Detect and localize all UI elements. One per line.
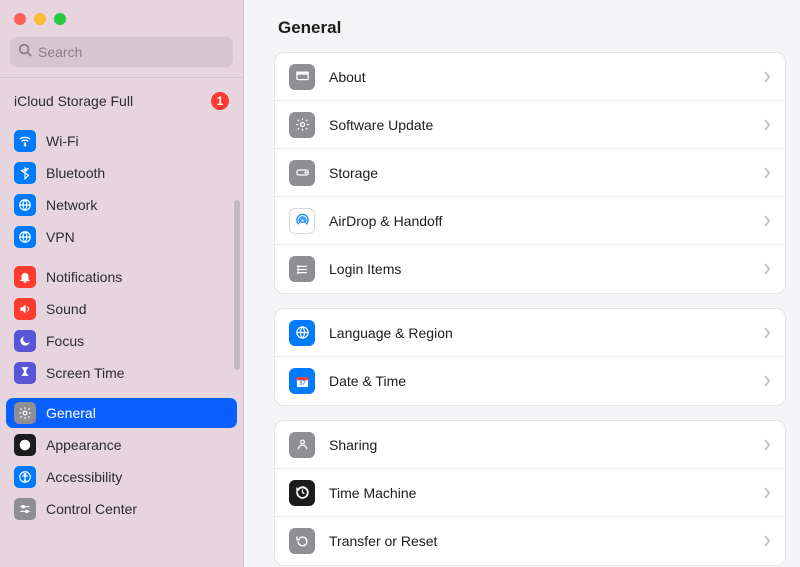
sidebar-item-label: Screen Time <box>46 365 125 381</box>
sidebar-item-vpn[interactable]: VPN <box>6 222 237 252</box>
row-airdrop[interactable]: AirDrop & Handoff <box>275 197 785 245</box>
about-icon <box>289 64 315 90</box>
search-icon <box>18 43 32 62</box>
vpn-icon <box>14 226 36 248</box>
row-label: Login Items <box>329 261 749 277</box>
row-label: Time Machine <box>329 485 749 501</box>
sidebar-item-general[interactable]: General <box>6 398 237 428</box>
sidebar-scrollbar[interactable] <box>234 200 240 370</box>
sidebar-item-bluetooth[interactable]: Bluetooth <box>6 158 237 188</box>
search-field[interactable] <box>10 37 233 67</box>
sidebar-item-label: Wi-Fi <box>46 133 79 149</box>
network-icon <box>14 194 36 216</box>
row-datetime[interactable]: 17 Date & Time <box>275 357 785 405</box>
row-label: Language & Region <box>329 325 749 341</box>
row-language[interactable]: Language & Region <box>275 309 785 357</box>
sidebar-item-network[interactable]: Network <box>6 190 237 220</box>
icloud-status-row[interactable]: iCloud Storage Full 1 <box>6 84 237 118</box>
sidebar-item-label: Control Center <box>46 501 137 517</box>
window-controls <box>0 0 243 25</box>
row-label: Storage <box>329 165 749 181</box>
language-icon <box>289 320 315 346</box>
bluetooth-icon <box>14 162 36 184</box>
row-softwareupdate[interactable]: Software Update <box>275 101 785 149</box>
zoom-window-button[interactable] <box>54 13 66 25</box>
search-input[interactable] <box>32 44 225 60</box>
sidebar-item-label: Sound <box>46 301 86 317</box>
chevron-right-icon <box>763 263 771 275</box>
row-about[interactable]: About <box>275 53 785 101</box>
icloud-status-label: iCloud Storage Full <box>14 93 133 109</box>
row-loginitems[interactable]: Login Items <box>275 245 785 293</box>
chevron-right-icon <box>763 71 771 83</box>
accessibility-icon <box>14 466 36 488</box>
sound-icon <box>14 298 36 320</box>
row-transferreset[interactable]: Transfer or Reset <box>275 517 785 565</box>
focus-icon <box>14 330 36 352</box>
timemachine-icon <box>289 480 315 506</box>
row-label: Software Update <box>329 117 749 133</box>
sidebar-item-label: Notifications <box>46 269 122 285</box>
svg-text:17: 17 <box>299 380 305 386</box>
chevron-right-icon <box>763 167 771 179</box>
sidebar-item-appearance[interactable]: Appearance <box>6 430 237 460</box>
sidebar-item-label: General <box>46 405 96 421</box>
row-sharing[interactable]: Sharing <box>275 421 785 469</box>
storage-icon <box>289 160 315 186</box>
sidebar-item-label: Bluetooth <box>46 165 105 181</box>
sidebar-item-label: Appearance <box>46 437 122 453</box>
general-icon <box>14 402 36 424</box>
screentime-icon <box>14 362 36 384</box>
main-panel: General About Software Update Storage Ai… <box>244 0 800 567</box>
chevron-right-icon <box>763 535 771 547</box>
sharing-icon <box>289 432 315 458</box>
sidebar: iCloud Storage Full 1 Wi-Fi Bluetooth Ne… <box>0 0 244 567</box>
sidebar-item-label: VPN <box>46 229 75 245</box>
sidebar-item-screentime[interactable]: Screen Time <box>6 358 237 388</box>
sidebar-item-notifications[interactable]: Notifications <box>6 262 237 292</box>
row-label: About <box>329 69 749 85</box>
chevron-right-icon <box>763 215 771 227</box>
row-label: Transfer or Reset <box>329 533 749 549</box>
sidebar-item-label: Focus <box>46 333 84 349</box>
row-label: Date & Time <box>329 373 749 389</box>
row-timemachine[interactable]: Time Machine <box>275 469 785 517</box>
settings-group-2: Sharing Time Machine Transfer or Reset <box>274 420 786 566</box>
sidebar-item-accessibility[interactable]: Accessibility <box>6 462 237 492</box>
loginitems-icon <box>289 256 315 282</box>
softwareupdate-icon <box>289 112 315 138</box>
datetime-icon: 17 <box>289 368 315 394</box>
transferreset-icon <box>289 528 315 554</box>
settings-group-1: Language & Region 17 Date & Time <box>274 308 786 406</box>
airdrop-icon <box>289 208 315 234</box>
appearance-icon <box>14 434 36 456</box>
chevron-right-icon <box>763 119 771 131</box>
settings-group-0: About Software Update Storage AirDrop & … <box>274 52 786 294</box>
sidebar-item-wifi[interactable]: Wi-Fi <box>6 126 237 156</box>
row-label: AirDrop & Handoff <box>329 213 749 229</box>
sidebar-item-controlcenter[interactable]: Control Center <box>6 494 237 524</box>
sidebar-item-focus[interactable]: Focus <box>6 326 237 356</box>
sidebar-item-sound[interactable]: Sound <box>6 294 237 324</box>
chevron-right-icon <box>763 327 771 339</box>
chevron-right-icon <box>763 439 771 451</box>
close-window-button[interactable] <box>14 13 26 25</box>
controlcenter-icon <box>14 498 36 520</box>
icloud-status-badge: 1 <box>211 92 229 110</box>
chevron-right-icon <box>763 487 771 499</box>
chevron-right-icon <box>763 375 771 387</box>
minimize-window-button[interactable] <box>34 13 46 25</box>
row-label: Sharing <box>329 437 749 453</box>
row-storage[interactable]: Storage <box>275 149 785 197</box>
notifications-icon <box>14 266 36 288</box>
sidebar-item-label: Network <box>46 197 97 213</box>
sidebar-item-label: Accessibility <box>46 469 122 485</box>
wifi-icon <box>14 130 36 152</box>
page-title: General <box>274 18 786 38</box>
